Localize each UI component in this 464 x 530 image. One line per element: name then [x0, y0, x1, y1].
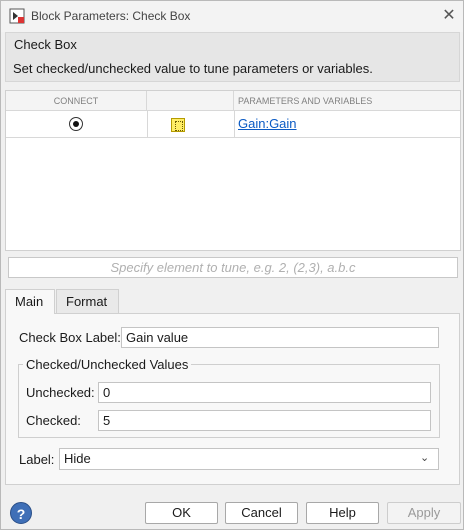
- tab-main[interactable]: Main: [5, 289, 55, 314]
- checked-value-field[interactable]: 5: [98, 410, 431, 431]
- checked-label: Checked:: [26, 413, 81, 428]
- chevron-down-icon: ⌄: [420, 452, 430, 464]
- cell-divider: [234, 111, 235, 138]
- block-description: Set checked/unchecked value to tune para…: [13, 61, 373, 76]
- connect-radio-button[interactable]: [69, 117, 83, 131]
- label-label: Label:: [19, 452, 55, 467]
- column-header-connect: CONNECT: [6, 91, 147, 111]
- title-bar: Block Parameters: Check Box ✕: [1, 1, 463, 32]
- group-title: Checked/Unchecked Values: [23, 357, 192, 372]
- simulink-app-icon: [9, 8, 25, 24]
- ok-button[interactable]: OK: [145, 502, 218, 524]
- apply-button[interactable]: Apply: [387, 502, 461, 524]
- window-title: Block Parameters: Check Box: [31, 9, 191, 23]
- element-to-tune-input[interactable]: Specify element to tune, e.g. 2, (2,3), …: [8, 257, 458, 278]
- column-header-parameters: PARAMETERS AND VARIABLES: [234, 91, 460, 111]
- unchecked-label: Unchecked:: [26, 385, 95, 400]
- dialog-window: Block Parameters: Check Box ✕ Check Box …: [0, 0, 464, 530]
- table-row[interactable]: Gain:Gain: [6, 111, 460, 138]
- parameter-link[interactable]: Gain:Gain: [238, 116, 297, 131]
- help-icon[interactable]: ?: [10, 502, 32, 524]
- unchecked-value-field[interactable]: 0: [98, 382, 431, 403]
- connection-table: CONNECT PARAMETERS AND VARIABLES Gain:Ga…: [5, 90, 461, 251]
- block-type-title: Check Box: [14, 37, 77, 52]
- checkbox-label-label: Check Box Label:: [19, 330, 121, 345]
- label-dropdown[interactable]: Hide ⌄: [59, 448, 439, 470]
- cell-divider: [147, 111, 148, 138]
- help-button[interactable]: Help: [306, 502, 379, 524]
- checkbox-label-field[interactable]: Gain value: [121, 327, 439, 348]
- close-icon[interactable]: ✕: [440, 7, 458, 25]
- tab-format[interactable]: Format: [56, 289, 119, 313]
- label-dropdown-value: Hide: [64, 451, 91, 466]
- block-description-panel: Check Box Set checked/unchecked value to…: [5, 32, 460, 82]
- block-icon: [171, 118, 185, 132]
- column-header-block: [147, 91, 234, 111]
- cancel-button[interactable]: Cancel: [225, 502, 298, 524]
